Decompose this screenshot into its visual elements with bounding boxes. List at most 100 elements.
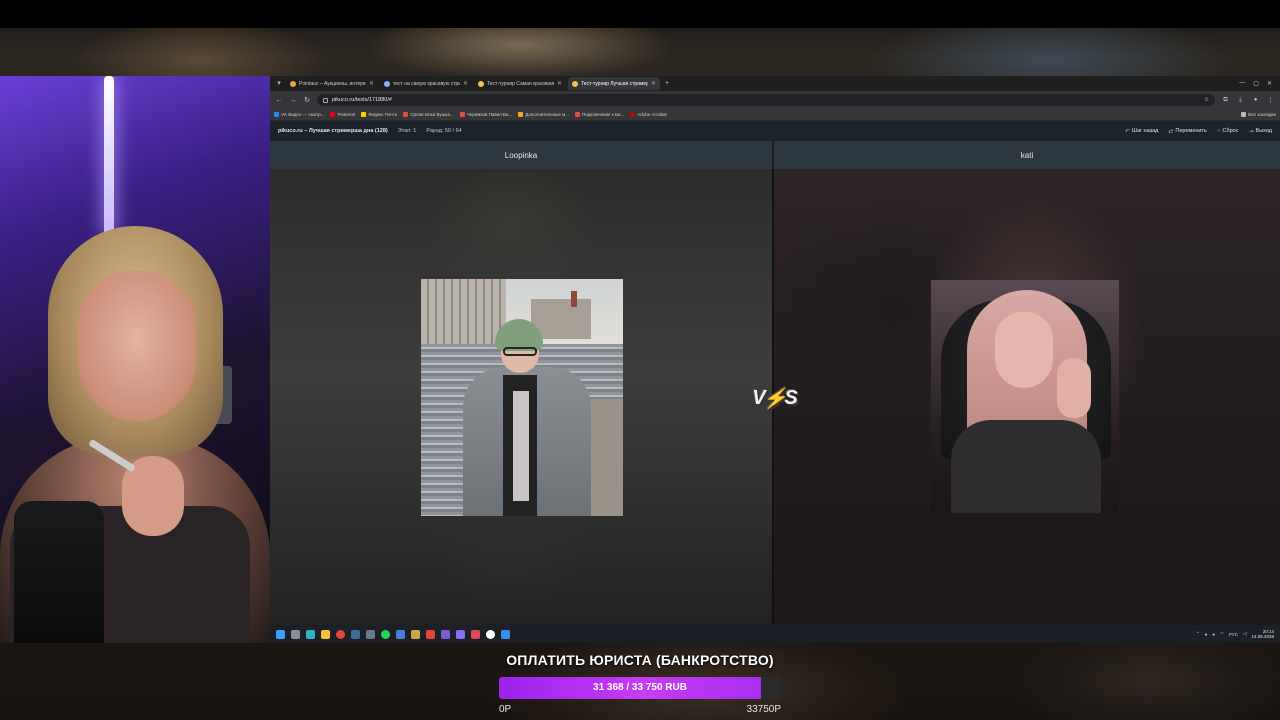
bookmark-icon [403, 112, 409, 117]
letterbox-bar [0, 0, 1280, 28]
volume-icon[interactable]: ◁ [1243, 631, 1246, 637]
app-icon[interactable] [426, 629, 435, 639]
browser-tab-active[interactable]: Тест-турнир Лучшая стример ✕ [568, 77, 660, 90]
forward-arrow-icon[interactable]: → [289, 97, 297, 104]
url-text: pikuco.ru/tests/171880/# [332, 97, 392, 103]
tray-icon[interactable]: ● [1205, 632, 1208, 637]
bookmark-icon [630, 112, 636, 117]
back-arrow-icon[interactable]: ← [275, 97, 283, 104]
photo-face [995, 312, 1053, 388]
reload-icon[interactable]: ↻ [303, 96, 311, 104]
download-icon[interactable]: ⤓ [1236, 97, 1245, 104]
tray-icon[interactable]: ● [1212, 632, 1215, 637]
steam-icon[interactable] [351, 629, 360, 639]
tab-favicon [572, 80, 578, 87]
contestant-option-left[interactable] [270, 169, 774, 625]
step-back-button[interactable]: ↶ Шаг назад [1125, 128, 1159, 135]
start-icon[interactable] [276, 629, 285, 639]
minimize-icon[interactable]: — [1239, 80, 1245, 87]
profile-avatar-icon[interactable]: ● [1251, 97, 1260, 103]
close-icon[interactable]: ✕ [369, 80, 374, 87]
browser-tab[interactable]: Pointauc – Аукционы, интерес ✕ [286, 77, 378, 90]
test-title: pikuco.ru – Лучшая стримерша дна (128) [278, 128, 388, 134]
explorer-icon[interactable] [321, 629, 330, 639]
goal-amount: 31 368 / 33 750 RUB [593, 682, 687, 693]
bookmark-item[interactable]: Adobe Acrobat [630, 112, 667, 117]
contestant-option-right[interactable]: ☝ [774, 169, 1280, 625]
shuffle-button[interactable]: ⇄ Переменить [1168, 128, 1207, 135]
all-bookmarks-button[interactable]: Все закладки [1241, 112, 1276, 117]
address-bar[interactable]: pikuco.ru/tests/171880/# ☆ [317, 94, 1215, 106]
app-icon[interactable] [366, 629, 375, 639]
browser-toolbar: ← → ↻ pikuco.ru/tests/171880/# ☆ ⧉ ⤓ ● ⋮ [270, 91, 1280, 109]
bookmark-item[interactable]: Черемхов Павел Ви... [459, 112, 512, 117]
site-info-icon[interactable] [323, 97, 328, 103]
app-icon[interactable] [471, 629, 480, 639]
edge-icon[interactable] [306, 629, 315, 639]
bookmark-item[interactable]: Яндекс Почта [361, 112, 397, 117]
bookmark-item[interactable]: Подключение к Би... [574, 112, 624, 117]
wifi-icon[interactable]: ◠ [1220, 631, 1224, 637]
photo-shirt [513, 391, 529, 501]
photo-glasses [503, 347, 537, 356]
contestant-photo-right[interactable] [931, 280, 1119, 513]
chevron-up-icon[interactable]: ⌃ [1196, 631, 1200, 637]
photo-hand [1057, 358, 1091, 418]
contestant-name-left[interactable]: Loopinka [270, 141, 774, 169]
tab-title: Pointauc – Аукционы, интерес [299, 80, 366, 87]
contestant-photo-left[interactable] [421, 279, 623, 516]
browser-tab-bar: ▾ Pointauc – Аукционы, интерес ✕ тест на… [270, 76, 1280, 91]
language-indicator[interactable]: РУС [1229, 632, 1238, 637]
close-window-icon[interactable]: ✕ [1267, 80, 1272, 87]
bookmark-item[interactable]: Дополнительные м... [518, 112, 569, 117]
reset-button[interactable]: ○ Сброс [1217, 128, 1239, 135]
bookmark-item[interactable]: VK Видео — смотр... [274, 112, 324, 117]
contestant-name-right[interactable]: kati [774, 141, 1280, 169]
app-icon[interactable] [501, 629, 510, 639]
maximize-icon[interactable]: ▢ [1253, 80, 1259, 87]
microphone-arm [20, 636, 90, 643]
site-actions: ↶ Шаг назад ⇄ Переменить ○ Сброс ⇥ Выход [1125, 128, 1272, 135]
exit-icon: ⇥ [1248, 128, 1254, 135]
spotify-icon[interactable] [381, 629, 390, 639]
clock[interactable]: 20:14 14.05.2026 [1251, 629, 1274, 640]
bookmark-icon [330, 112, 336, 117]
bookmark-item[interactable]: Орлов Илья Бушка... [403, 112, 454, 117]
bookmarks-bar: VK Видео — смотр... Pinterest Яндекс Поч… [270, 109, 1280, 121]
app-icon[interactable] [411, 629, 420, 639]
app-icon[interactable] [396, 629, 405, 639]
exit-button[interactable]: ⇥ Выход [1249, 128, 1273, 135]
app-icon[interactable] [441, 629, 450, 639]
goal-max-label: 33750Р [746, 704, 781, 715]
tab-title: тест на самую красивую стри [393, 80, 460, 87]
donation-goal-widget: ОПЛАТИТЬ ЮРИСТА (БАНКРОТСТВО) 31 368 / 3… [496, 652, 784, 718]
task-view-icon[interactable] [291, 629, 300, 639]
kebab-menu-icon[interactable]: ⋮ [1266, 97, 1275, 104]
folder-icon [1241, 112, 1247, 117]
close-icon[interactable]: ✕ [463, 80, 468, 87]
chrome-icon[interactable] [336, 629, 345, 639]
discord-icon[interactable] [456, 629, 465, 639]
close-icon[interactable]: ✕ [651, 80, 656, 87]
shuffle-icon: ⇄ [1168, 128, 1174, 135]
bookmark-item[interactable]: Pinterest [330, 112, 355, 117]
yandex-icon[interactable] [486, 629, 495, 639]
tab-menu-icon[interactable]: ▾ [274, 79, 284, 89]
versus-badge: V ⚡ S [752, 386, 798, 410]
star-icon[interactable]: ☆ [1204, 97, 1209, 103]
photo-tower [571, 291, 577, 307]
bookmark-icon [459, 112, 465, 117]
browser-tab[interactable]: Тест-турнир Самая красивая ✕ [474, 77, 566, 90]
browser-tab[interactable]: тест на самую красивую стри ✕ [380, 77, 472, 90]
new-tab-button[interactable]: + [662, 79, 672, 89]
tab-favicon [290, 80, 296, 87]
screen-capture: ▾ Pointauc – Аукционы, интерес ✕ тест на… [270, 76, 1280, 643]
extensions-icon[interactable]: ⧉ [1221, 97, 1230, 104]
undo-icon: ↶ [1124, 128, 1130, 135]
stream-frame: ▾ Pointauc – Аукционы, интерес ✕ тест на… [0, 0, 1280, 720]
contestant-names: Loopinka kati [270, 141, 1280, 169]
close-icon[interactable]: ✕ [557, 80, 562, 87]
webcam-feed [0, 76, 270, 643]
tab-title: Тест-турнир Лучшая стример [581, 80, 648, 87]
photo-building [421, 279, 506, 349]
